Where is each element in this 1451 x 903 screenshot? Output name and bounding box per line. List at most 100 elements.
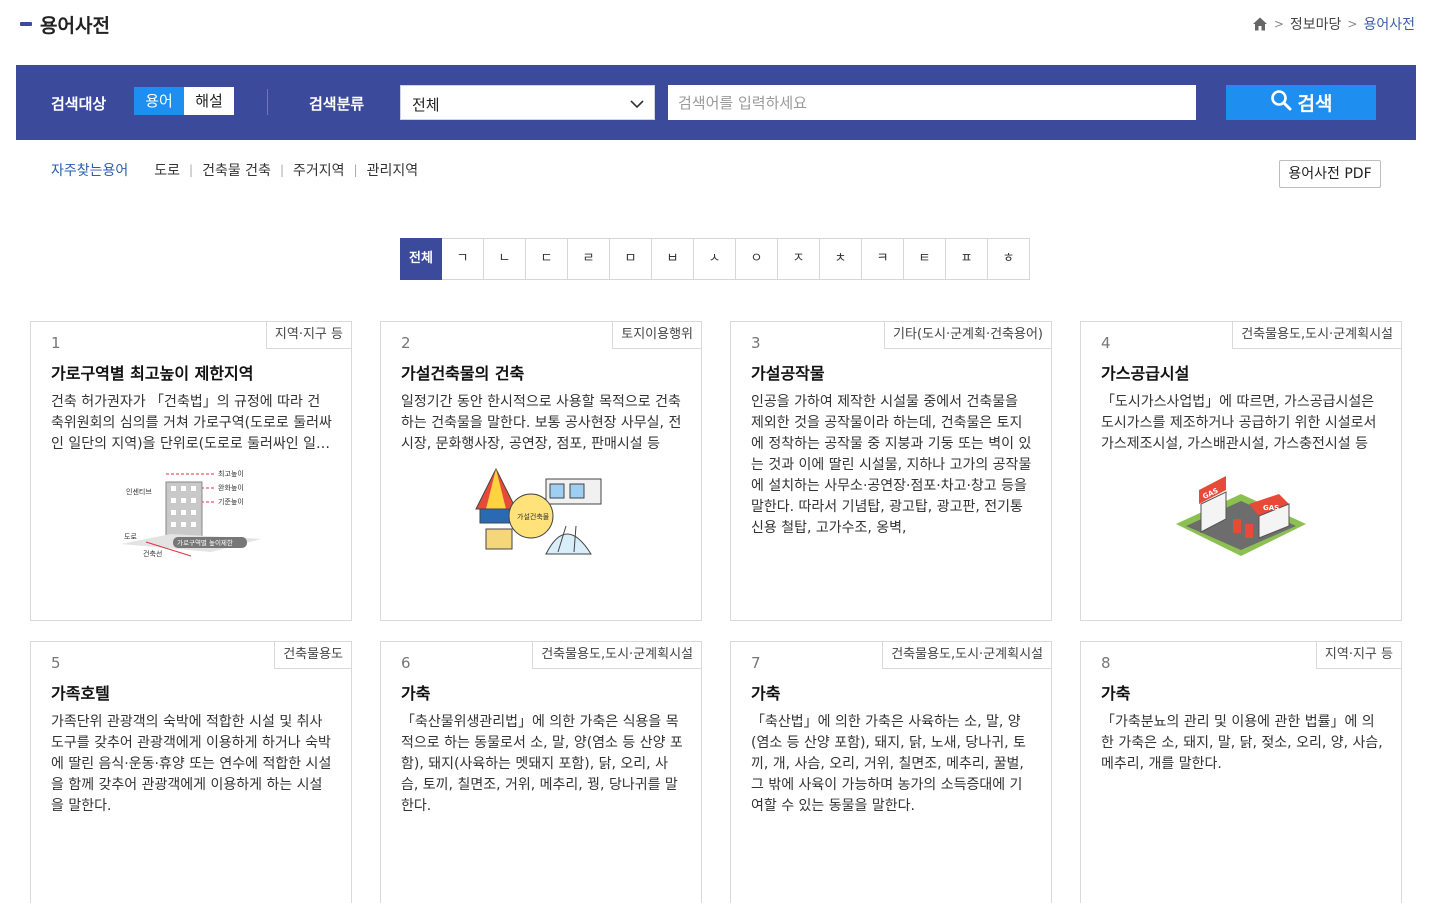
search-target-label: 검색대상: [51, 95, 107, 113]
height-limit-illustration: 최고높이 완화높이 기준높이 인센티브 도로 건축선 가로구역별 높이제한: [121, 464, 261, 563]
consonant-tab[interactable]: ㅈ: [778, 238, 820, 280]
card-term: 가스공급시설: [1101, 364, 1190, 383]
page-header: 용어사전 > 정보마당 > 용어사전: [0, 0, 1451, 48]
separator: |: [353, 163, 358, 177]
term-card[interactable]: 지역·지구 등 8 가축 「가축분뇨의 관리 및 이용에 관한 법률」에 의한 …: [1080, 641, 1402, 903]
consonant-tab[interactable]: ㅁ: [610, 238, 652, 280]
consonant-tab[interactable]: ㅇ: [736, 238, 778, 280]
illus-label: 최고높이: [218, 469, 244, 478]
category-badge: 건축물용도,도시·군계획시설: [1232, 321, 1402, 349]
card-description: 「도시가스사업법」에 따르면, 가스공급시설은 도시가스를 제조하거나 공급하기…: [1101, 394, 1377, 452]
search-input[interactable]: [668, 85, 1196, 120]
card-term: 가족호텔: [51, 684, 110, 703]
chevron-down-icon: [630, 96, 644, 110]
search-class-select[interactable]: 전체: [400, 85, 655, 120]
card-number: 4: [1101, 334, 1111, 352]
card-description: 가족단위 관광객의 숙박에 적합한 시설 및 취사도구를 갖추어 관광객에게 이…: [51, 714, 332, 814]
illus-label: 완화높이: [218, 483, 244, 492]
term-card[interactable]: 토지이용행위 2 가설건축물의 건축 일정기간 동안 한시적으로 사용할 목적으…: [380, 321, 702, 621]
consonant-tab[interactable]: ㅅ: [694, 238, 736, 280]
search-button[interactable]: 검색: [1226, 85, 1376, 120]
card-description: 인공을 가하여 제작한 시설물 중에서 건축물을 제외한 것을 공작물이라 하는…: [751, 394, 1032, 536]
pdf-download-button[interactable]: 용어사전 PDF: [1279, 160, 1381, 188]
divider: [267, 89, 268, 115]
card-description: 「축산물위생관리법」에 의한 가축은 식용을 목적으로 하는 동물로서 소, 말…: [401, 714, 683, 814]
category-badge: 건축물용도,도시·군계획시설: [882, 641, 1052, 669]
consonant-tab[interactable]: ㄱ: [442, 238, 484, 280]
illus-label: 가로구역별 높이제한: [177, 538, 233, 547]
separator: |: [279, 163, 284, 177]
card-number: 3: [751, 334, 761, 352]
gas-station-illustration: GAS GAS: [1171, 464, 1311, 563]
category-badge: 지역·지구 등: [1315, 641, 1402, 669]
frequent-term-link[interactable]: 도로: [154, 160, 180, 180]
card-description: 일정기간 동안 한시적으로 사용할 목적으로 건축하는 건축물을 말한다. 보통…: [401, 394, 682, 452]
card-description: 「축산법」에 의한 가축은 사육하는 소, 말, 양(염소 등 산양 포함), …: [751, 714, 1026, 814]
breadcrumb: > 정보마당 > 용어사전: [1252, 14, 1415, 34]
title-accent-bar: [20, 22, 32, 26]
consonant-filter: 전체 ㄱ ㄴ ㄷ ㄹ ㅁ ㅂ ㅅ ㅇ ㅈ ㅊ ㅋ ㅌ ㅍ ㅎ: [400, 238, 1030, 280]
category-badge: 건축물용도,도시·군계획시설: [532, 641, 702, 669]
breadcrumb-current[interactable]: 용어사전: [1363, 14, 1415, 34]
term-card[interactable]: 건축물용도,도시·군계획시설 6 가축 「축산물위생관리법」에 의한 가축은 식…: [380, 641, 702, 903]
search-class-label: 검색분류: [309, 95, 365, 113]
illus-label: 건축선: [143, 549, 162, 558]
toggle-explanation[interactable]: 해설: [184, 87, 234, 115]
chevron-right-icon: >: [1347, 17, 1358, 31]
card-description: 건축 허가권자가 「건축법」의 규정에 따라 건축위원회의 심의를 거쳐 가로구…: [51, 394, 332, 452]
category-badge: 지역·지구 등: [265, 321, 352, 349]
consonant-tab[interactable]: ㅋ: [862, 238, 904, 280]
illus-label: 도로: [124, 533, 137, 541]
home-icon[interactable]: [1252, 16, 1268, 32]
card-term: 가로구역별 최고높이 제한지역: [51, 364, 254, 383]
card-number: 2: [401, 334, 411, 352]
illus-label: GAS: [1263, 504, 1279, 512]
card-term: 가축: [1101, 684, 1131, 703]
consonant-tab[interactable]: ㅂ: [652, 238, 694, 280]
consonant-tab[interactable]: ㄴ: [484, 238, 526, 280]
consonant-tab[interactable]: ㄹ: [568, 238, 610, 280]
category-badge: 기타(도시·군계획·건축용어): [884, 321, 1052, 349]
card-number: 7: [751, 654, 761, 672]
separator: |: [189, 163, 194, 177]
frequent-terms: 자주찾는용어 도로 | 건축물 건축 | 주거지역 | 관리지역: [51, 160, 418, 180]
search-panel: 검색대상 용어 해설 검색분류 전체 검색: [16, 65, 1416, 140]
consonant-tab[interactable]: ㅊ: [820, 238, 862, 280]
consonant-tab[interactable]: ㅎ: [988, 238, 1030, 280]
consonant-tab[interactable]: ㄷ: [526, 238, 568, 280]
consonant-tab-all[interactable]: 전체: [400, 238, 442, 280]
term-card[interactable]: 기타(도시·군계획·건축용어) 3 가설공작물 인공을 가하여 제작한 시설물 …: [730, 321, 1052, 621]
frequent-terms-label: 자주찾는용어: [51, 163, 129, 179]
frequent-term-link[interactable]: 관리지역: [367, 160, 419, 180]
card-term: 가축: [401, 684, 431, 703]
chevron-right-icon: >: [1273, 17, 1284, 31]
term-card[interactable]: 건축물용도,도시·군계획시설 4 가스공급시설 「도시가스사업법」에 따르면, …: [1080, 321, 1402, 621]
search-button-label: 검색: [1297, 93, 1333, 115]
illus-label: 가설건축물: [517, 512, 550, 521]
card-term: 가축: [751, 684, 781, 703]
term-card[interactable]: 지역·지구 등 1 가로구역별 최고높이 제한지역 건축 허가권자가 「건축법」…: [30, 321, 352, 621]
card-description: 「가축분뇨의 관리 및 이용에 관한 법률」에 의한 가축은 소, 돼지, 말,…: [1101, 714, 1383, 772]
category-badge: 건축물용도: [274, 641, 352, 669]
card-term: 가설공작물: [751, 364, 825, 383]
frequent-term-link[interactable]: 주거지역: [293, 160, 345, 180]
page-title: 용어사전: [40, 15, 110, 37]
toggle-term[interactable]: 용어: [134, 87, 184, 115]
card-number: 6: [401, 654, 411, 672]
search-icon: [1270, 89, 1298, 116]
consonant-tab[interactable]: ㅍ: [946, 238, 988, 280]
frequent-term-link[interactable]: 건축물 건축: [202, 160, 271, 180]
illus-label: 인센티브: [126, 487, 152, 496]
card-number: 5: [51, 654, 61, 672]
illus-label: 기준높이: [218, 497, 244, 506]
temporary-buildings-illustration: 가설건축물: [466, 464, 616, 568]
select-value: 전체: [412, 96, 440, 114]
card-number: 8: [1101, 654, 1111, 672]
breadcrumb-item[interactable]: 정보마당: [1290, 14, 1342, 34]
consonant-tab[interactable]: ㅌ: [904, 238, 946, 280]
card-number: 1: [51, 334, 61, 352]
term-card[interactable]: 건축물용도,도시·군계획시설 7 가축 「축산법」에 의한 가축은 사육하는 소…: [730, 641, 1052, 903]
search-target-toggle: 용어 해설: [134, 87, 234, 115]
term-card[interactable]: 건축물용도 5 가족호텔 가족단위 관광객의 숙박에 적합한 시설 및 취사도구…: [30, 641, 352, 903]
category-badge: 토지이용행위: [612, 321, 702, 349]
